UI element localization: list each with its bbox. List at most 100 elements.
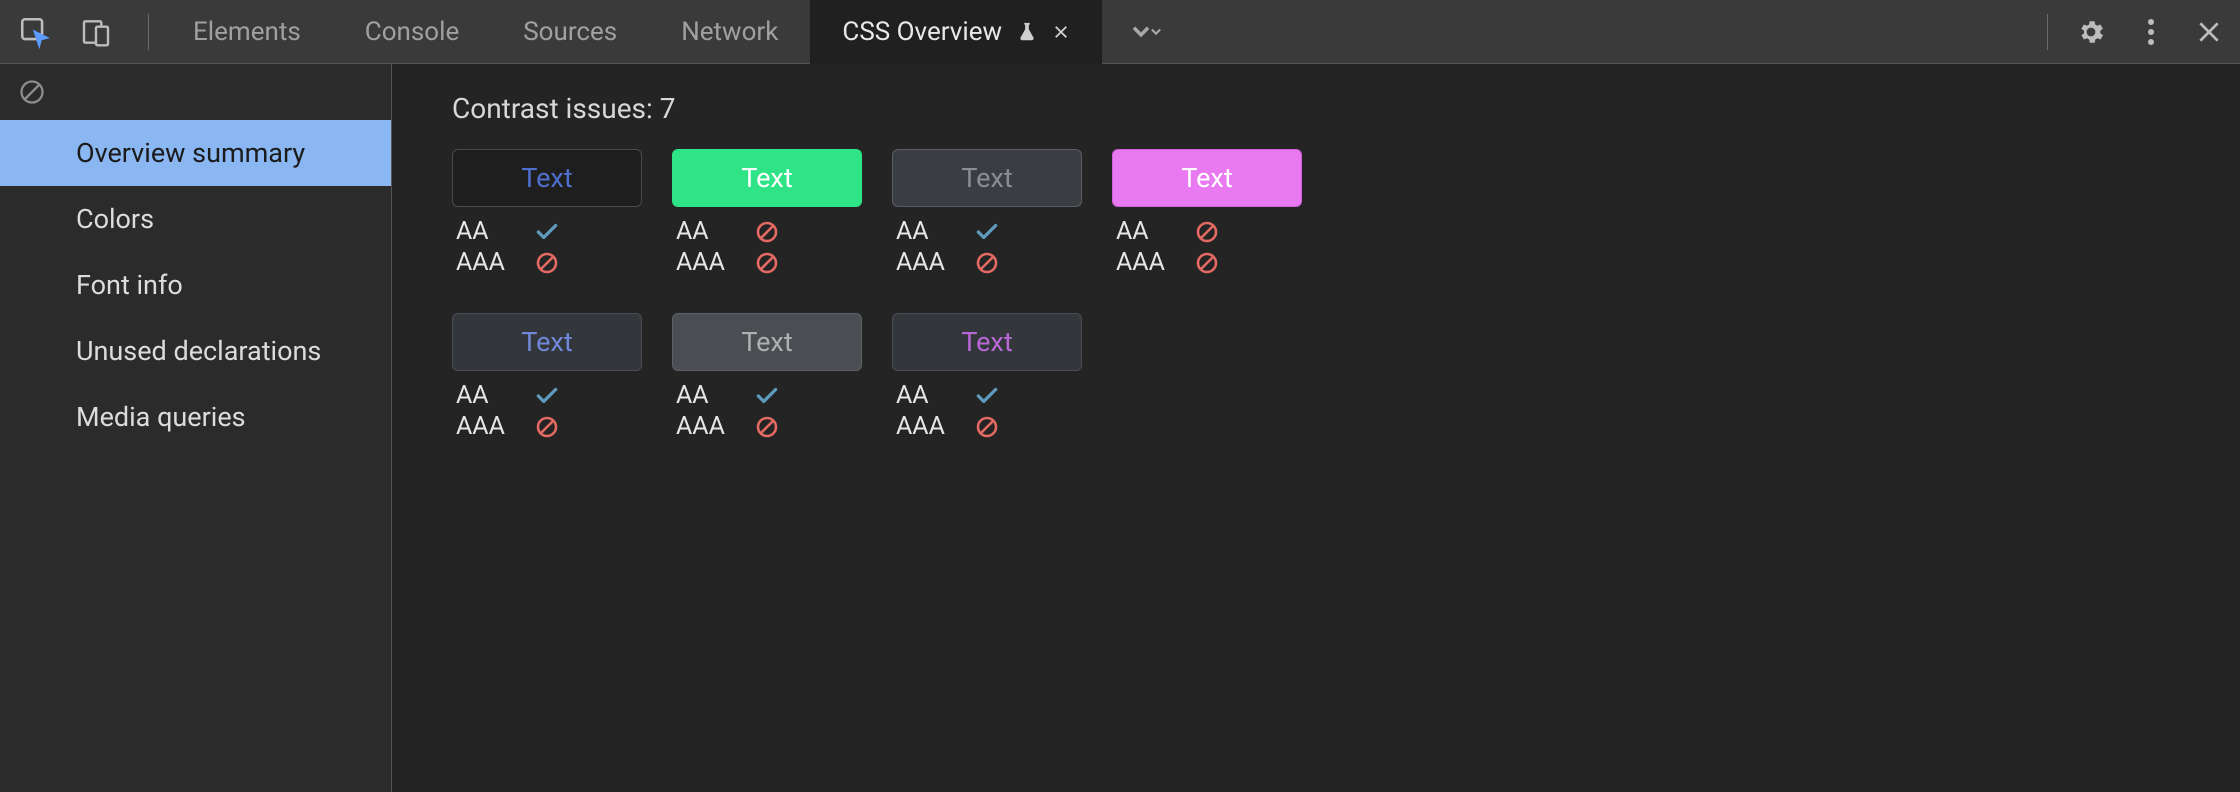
clear-overview-icon[interactable]: [18, 78, 46, 106]
contrast-rows: AA AAA: [892, 217, 1082, 277]
contrast-swatch: Text AA AAA: [452, 149, 642, 277]
aa-row: AA: [456, 381, 642, 410]
prohibited-icon: [974, 414, 1000, 440]
aa-row: AA: [676, 217, 862, 246]
aaa-label: AAA: [1116, 248, 1194, 277]
inspect-element-icon[interactable]: [18, 15, 52, 49]
sidebar-item-colors[interactable]: Colors: [0, 186, 391, 252]
swatch-text: Text: [961, 326, 1012, 358]
tabs-container: Elements Console Sources Network CSS Ove…: [161, 0, 1102, 64]
sidebar: Overview summary Colors Font info Unused…: [0, 64, 392, 792]
prohibited-icon: [974, 250, 1000, 276]
color-swatch-chip[interactable]: Text: [452, 149, 642, 207]
aa-label: AA: [456, 381, 534, 410]
contrast-rows: AA AAA: [672, 381, 862, 441]
check-icon: [534, 383, 560, 409]
aa-label: AA: [676, 381, 754, 410]
aaa-row: AAA: [456, 412, 642, 441]
aaa-label: AAA: [676, 248, 754, 277]
contrast-swatch-grid: Text AA AAA Text AA: [452, 149, 2180, 441]
tab-label: CSS Overview: [842, 17, 1002, 47]
tabbar-left-icons: [18, 15, 136, 49]
color-swatch-chip[interactable]: Text: [452, 313, 642, 371]
tabbar-right-icons: [2060, 17, 2222, 47]
aaa-label: AAA: [896, 412, 974, 441]
swatch-text: Text: [741, 326, 792, 358]
aaa-row: AAA: [676, 248, 862, 277]
sidebar-item-overview-summary[interactable]: Overview summary: [0, 120, 391, 186]
color-swatch-chip[interactable]: Text: [672, 149, 862, 207]
contrast-rows: AA AAA: [1112, 217, 1302, 277]
tab-css-overview[interactable]: CSS Overview: [810, 0, 1102, 64]
sidebar-item-label: Media queries: [76, 401, 246, 433]
swatch-text: Text: [521, 326, 572, 358]
body: Overview summary Colors Font info Unused…: [0, 64, 2240, 792]
prohibited-icon: [1194, 219, 1220, 245]
contrast-swatch: Text AA AAA: [672, 313, 862, 441]
tab-sources[interactable]: Sources: [491, 0, 649, 64]
contrast-swatch: Text AA AAA: [672, 149, 862, 277]
tab-elements[interactable]: Elements: [161, 0, 333, 64]
aaa-row: AAA: [676, 412, 862, 441]
color-swatch-chip[interactable]: Text: [892, 149, 1082, 207]
tab-label: Sources: [523, 17, 617, 47]
sidebar-item-label: Font info: [76, 269, 183, 301]
aaa-row: AAA: [896, 248, 1082, 277]
check-icon: [974, 219, 1000, 245]
swatch-text: Text: [741, 162, 792, 194]
aa-row: AA: [456, 217, 642, 246]
contrast-swatch: Text AA AAA: [892, 149, 1082, 277]
aa-label: AA: [676, 217, 754, 246]
tab-network[interactable]: Network: [649, 0, 810, 64]
check-icon: [534, 219, 560, 245]
check-icon: [974, 383, 1000, 409]
aaa-label: AAA: [456, 248, 534, 277]
sidebar-toolbar: [0, 64, 391, 120]
swatch-text: Text: [1181, 162, 1232, 194]
aa-row: AA: [676, 381, 862, 410]
sidebar-item-label: Overview summary: [76, 137, 305, 169]
aaa-row: AAA: [896, 412, 1082, 441]
check-icon: [754, 383, 780, 409]
contrast-swatch: Text AA AAA: [892, 313, 1082, 441]
aa-label: AA: [456, 217, 534, 246]
contrast-rows: AA AAA: [672, 217, 862, 277]
aa-row: AA: [896, 381, 1082, 410]
aa-label: AA: [1116, 217, 1194, 246]
device-toolbar-icon[interactable]: [80, 16, 112, 48]
tab-label: Elements: [193, 17, 301, 47]
contrast-rows: AA AAA: [452, 381, 642, 441]
sidebar-item-label: Unused declarations: [76, 335, 321, 367]
swatch-text: Text: [521, 162, 572, 194]
prohibited-icon: [754, 250, 780, 276]
contrast-swatch: Text AA AAA: [1112, 149, 1302, 277]
more-tabs-icon[interactable]: [1124, 15, 1166, 49]
close-devtools-icon[interactable]: [2196, 19, 2222, 45]
prohibited-icon: [754, 219, 780, 245]
tab-label: Console: [365, 17, 459, 47]
kebab-menu-icon[interactable]: [2146, 17, 2156, 47]
close-tab-icon[interactable]: [1052, 23, 1070, 41]
prohibited-icon: [1194, 250, 1220, 276]
color-swatch-chip[interactable]: Text: [672, 313, 862, 371]
prohibited-icon: [754, 414, 780, 440]
prohibited-icon: [534, 414, 560, 440]
aaa-row: AAA: [1116, 248, 1302, 277]
aaa-label: AAA: [676, 412, 754, 441]
sidebar-item-media-queries[interactable]: Media queries: [0, 384, 391, 450]
sidebar-item-font-info[interactable]: Font info: [0, 252, 391, 318]
sidebar-item-unused-declarations[interactable]: Unused declarations: [0, 318, 391, 384]
section-title: Contrast issues: 7: [452, 92, 2180, 125]
tab-label: Network: [681, 17, 778, 47]
color-swatch-chip[interactable]: Text: [892, 313, 1082, 371]
aa-row: AA: [896, 217, 1082, 246]
tab-console[interactable]: Console: [333, 0, 491, 64]
settings-icon[interactable]: [2076, 17, 2106, 47]
aa-label: AA: [896, 381, 974, 410]
color-swatch-chip[interactable]: Text: [1112, 149, 1302, 207]
contrast-rows: AA AAA: [892, 381, 1082, 441]
aaa-label: AAA: [456, 412, 534, 441]
flask-icon: [1016, 21, 1038, 43]
aa-label: AA: [896, 217, 974, 246]
aaa-label: AAA: [896, 248, 974, 277]
